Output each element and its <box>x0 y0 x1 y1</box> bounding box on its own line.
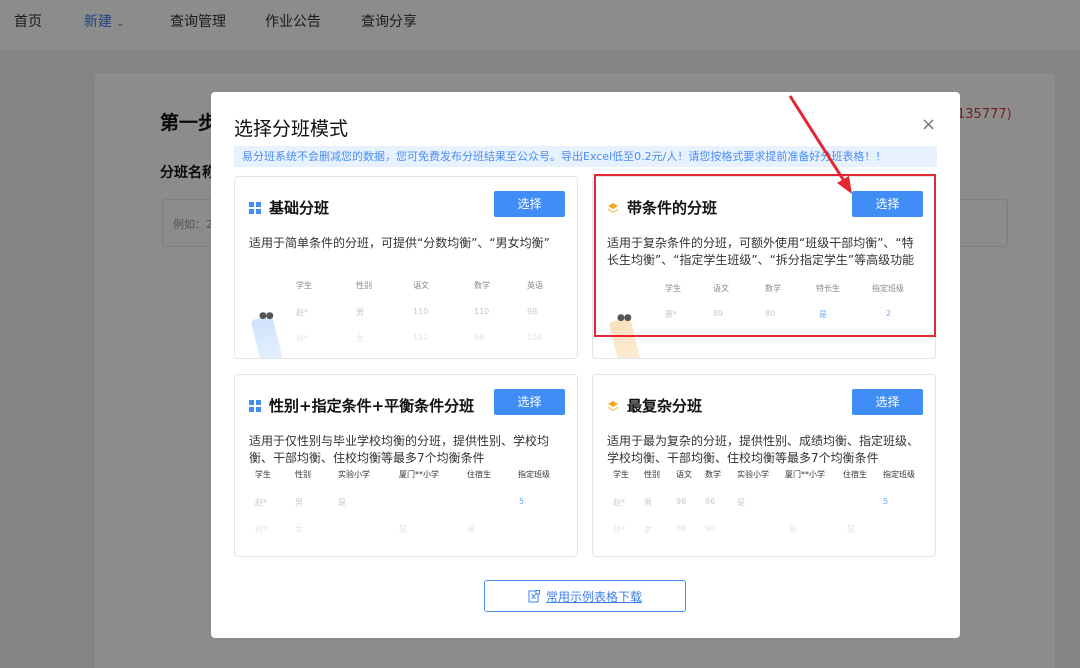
modal-title: 选择分班模式 <box>234 118 349 140</box>
table-cell: 88 <box>676 524 687 533</box>
close-icon[interactable]: × <box>921 114 936 136</box>
card-most-complex-title: 最复杂分班 <box>607 395 702 416</box>
table-header-cell: 住宿生 <box>843 470 867 479</box>
table-cell: 孙* <box>255 525 267 534</box>
excel-file-icon <box>528 589 540 603</box>
table-cell: 赵* <box>613 498 625 507</box>
table-header-cell: 数学 <box>474 281 490 290</box>
card-gender-conditional-title-text: 性别+指定条件+平衡条件分班 <box>269 397 475 415</box>
table-header-cell: 语文 <box>413 281 429 290</box>
table-cell: 赛* <box>665 310 677 319</box>
table-header-cell: 厦门**小学 <box>785 470 825 479</box>
table-cell: 女 <box>295 525 303 534</box>
card-basic-title-text: 基础分班 <box>269 199 330 217</box>
card-most-complex-select-button[interactable]: 选择 <box>852 389 923 415</box>
table-header-cell: 学生 <box>296 281 312 290</box>
card-gender-conditional: 性别+指定条件+平衡条件分班 选择 适用于仅性别与毕业学校均衡的分班，提供性别、… <box>234 374 578 557</box>
table-cell: 孙* <box>296 334 308 343</box>
table-header-cell: 学生 <box>255 470 271 479</box>
card-gender-conditional-title: 性别+指定条件+平衡条件分班 <box>249 395 474 416</box>
table-cell: 赵* <box>296 308 308 317</box>
table-header-cell: 指定班级 <box>872 284 904 293</box>
table-cell: 2 <box>886 309 892 318</box>
table-header-cell: 指定班级 <box>518 470 550 479</box>
card-most-complex: 最复杂分班 选择 适用于最为复杂的分班，提供性别、成绩均衡、指定班级、学校均衡、… <box>592 374 936 557</box>
table-header-cell: 厦门**小学 <box>399 470 439 479</box>
card-conditional-title: 带条件的分班 <box>607 197 717 218</box>
table-cell: 女 <box>356 334 364 343</box>
table-cell: 80 <box>765 309 776 318</box>
mode-select-modal: 选择分班模式 × 易分班系统不会删减您的数据，您可免费发布分班结果至公众号。导出… <box>211 92 960 638</box>
table-cell: 98 <box>527 307 538 316</box>
table-header-cell: 语文 <box>713 284 729 293</box>
card-conditional-description: 适用于复杂条件的分班，可额外使用“班级干部均衡”、“特长生均衡”、“指定学生班级… <box>607 236 915 267</box>
table-header-cell: 实验小学 <box>737 470 769 479</box>
table-cell: 是 <box>338 498 346 507</box>
table-cell: 是 <box>399 525 407 534</box>
table-header-cell: 英语 <box>527 281 543 290</box>
card-basic: 基础分班 选择 适用于简单条件的分班，可提供“分数均衡”、“男女均衡” 学生 性… <box>234 176 578 359</box>
table-header-cell: 数学 <box>765 284 781 293</box>
table-header-cell: 性别 <box>644 470 660 479</box>
table-cell: 110 <box>413 307 429 316</box>
table-header-cell: 语文 <box>676 470 692 479</box>
table-header-cell: 数学 <box>705 470 721 479</box>
grid-icon <box>249 201 261 214</box>
table-cell: 是 <box>737 498 745 507</box>
table-cell: 110 <box>474 307 490 316</box>
decorative-card-illustration <box>608 317 644 358</box>
card-basic-select-button[interactable]: 选择 <box>494 191 565 217</box>
card-conditional-title-text: 带条件的分班 <box>627 199 718 217</box>
download-sample-tables-label: 常用示例表格下载 <box>545 589 642 604</box>
table-cell: 98 <box>676 497 687 506</box>
grid-icon <box>249 399 261 412</box>
layers-icon <box>607 400 619 412</box>
dots-icon: ●● <box>259 311 274 321</box>
card-conditional-select-button[interactable]: 选择 <box>852 191 923 217</box>
card-most-complex-description: 适用于最为复杂的分班，提供性别、成绩均衡、指定班级、学校均衡、干部均衡、住校均衡… <box>607 434 920 465</box>
notice-banner: 易分班系统不会删减您的数据，您可免费发布分班结果至公众号。导出Excel低至0.… <box>234 146 937 167</box>
table-header-cell: 实验小学 <box>338 470 370 479</box>
table-cell: 男 <box>644 498 652 507</box>
table-cell: 女 <box>644 525 652 534</box>
table-header-cell: 性别 <box>356 281 372 290</box>
table-cell: 90 <box>705 524 716 533</box>
table-cell: 是 <box>789 525 797 534</box>
decorative-card-illustration <box>250 315 286 358</box>
table-header-cell: 指定班级 <box>883 470 915 479</box>
card-conditional: 带条件的分班 选择 适用于复杂条件的分班，可额外使用“班级干部均衡”、“特长生均… <box>592 176 936 359</box>
table-cell: 赵* <box>255 498 267 507</box>
table-header-cell: 学生 <box>613 470 629 479</box>
table-header-cell: 住宿生 <box>467 470 491 479</box>
table-cell: 112 <box>413 333 429 342</box>
table-cell: 男 <box>356 308 364 317</box>
table-header-cell: 性别 <box>295 470 311 479</box>
table-cell: 89 <box>713 309 724 318</box>
card-gender-conditional-description: 适用于仅性别与毕业学校均衡的分班，提供性别、学校均衡、干部均衡、住校均衡等最多7… <box>249 434 550 465</box>
table-cell: 男 <box>295 498 303 507</box>
card-basic-title: 基础分班 <box>249 197 329 218</box>
layers-icon <box>607 202 619 214</box>
table-cell: 孙* <box>613 525 625 534</box>
card-basic-description: 适用于简单条件的分班，可提供“分数均衡”、“男女均衡” <box>249 236 550 250</box>
table-cell: 86 <box>705 497 716 506</box>
dots-icon: ●● <box>617 313 632 323</box>
table-cell: 是 <box>847 525 855 534</box>
card-most-complex-title-text: 最复杂分班 <box>627 397 703 415</box>
download-sample-tables-button[interactable]: 常用示例表格下载 <box>484 580 686 612</box>
table-cell: 104 <box>527 333 543 342</box>
table-cell: 5 <box>519 497 525 506</box>
table-header-cell: 学生 <box>665 284 681 293</box>
table-cell: 98 <box>474 333 485 342</box>
table-cell: 5 <box>883 497 889 506</box>
table-cell: 是 <box>467 525 475 534</box>
card-gender-conditional-select-button[interactable]: 选择 <box>494 389 565 415</box>
table-header-cell: 特长生 <box>816 284 840 293</box>
table-cell: 是 <box>819 310 827 319</box>
